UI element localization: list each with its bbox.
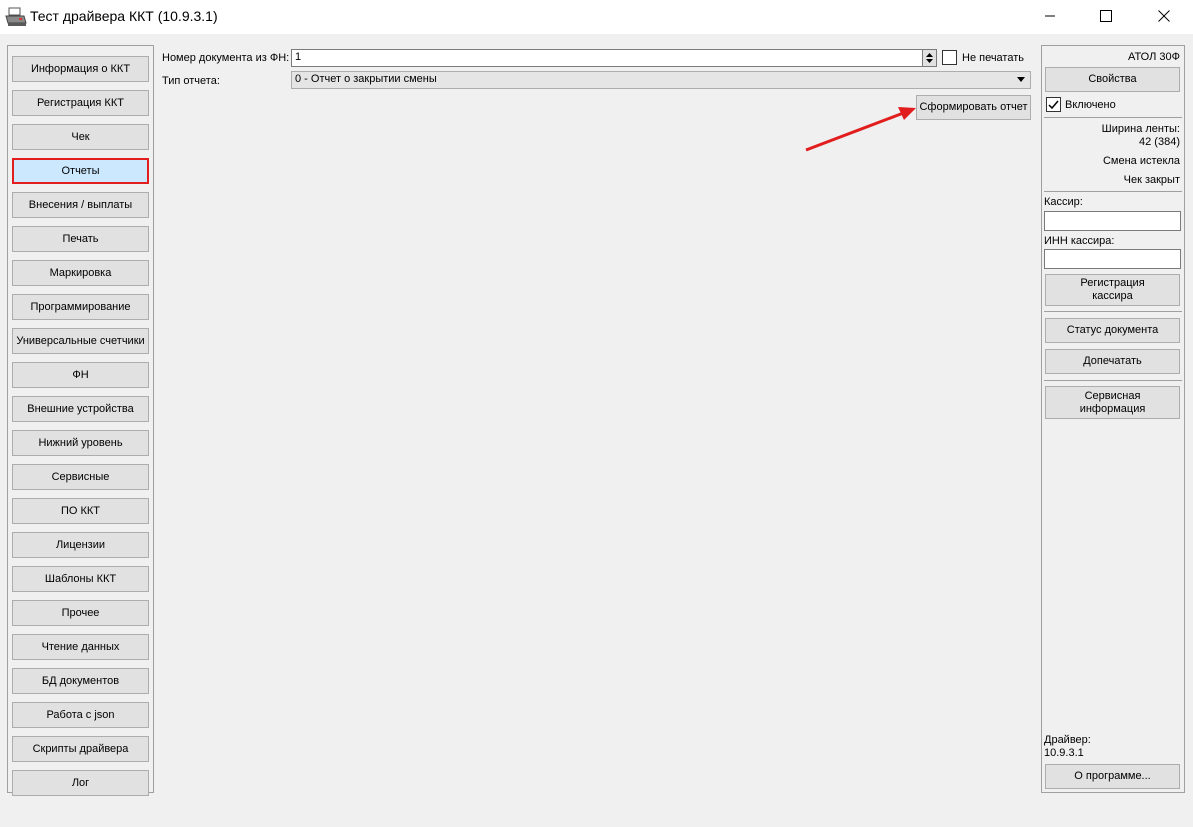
no-print-label: Не печатать xyxy=(962,52,1024,64)
sidebar-item-label: БД документов xyxy=(41,674,120,687)
no-print-checkbox[interactable] xyxy=(942,50,957,65)
cashier-label: Кассир: xyxy=(1044,196,1083,208)
sidebar-item-label: Универсальные счетчики xyxy=(16,334,145,347)
sidebar-item[interactable]: Программирование xyxy=(12,294,149,320)
maximize-button[interactable] xyxy=(1083,0,1129,32)
sidebar-item-label: Шаблоны ККТ xyxy=(44,572,117,585)
sidebar-item[interactable]: Лицензии xyxy=(12,532,149,558)
sidebar-item-label: Программирование xyxy=(30,300,131,313)
service-info-label-line2: информация xyxy=(1079,402,1146,415)
sidebar-item[interactable]: Печать xyxy=(12,226,149,252)
separator xyxy=(1044,311,1182,312)
register-cashier-label-line1: Регистрация xyxy=(1080,277,1145,289)
sidebar-item-label: Внесения / выплаты xyxy=(28,198,133,211)
driver-version: 10.9.3.1 xyxy=(1044,747,1084,759)
generate-report-button[interactable]: Сформировать отчет xyxy=(916,95,1031,120)
separator xyxy=(1044,191,1182,192)
sidebar-item[interactable]: Внешние устройства xyxy=(12,396,149,422)
doc-number-spinner[interactable] xyxy=(922,49,937,67)
sidebar-item[interactable]: Чтение данных xyxy=(12,634,149,660)
report-type-value: 0 - Отчет о закрытии смены xyxy=(295,73,437,85)
chevron-down-icon xyxy=(1017,77,1025,82)
minimize-icon xyxy=(1045,15,1055,17)
sidebar-item[interactable]: Нижний уровень xyxy=(12,430,149,456)
sidebar-item-label: Скрипты драйвера xyxy=(32,742,129,755)
right-panel: АТОЛ 30Ф Свойства Включено Ширина ленты:… xyxy=(1041,45,1185,793)
properties-button[interactable]: Свойства xyxy=(1045,67,1180,92)
enabled-label: Включено xyxy=(1065,99,1116,111)
sidebar-item[interactable]: ФН xyxy=(12,362,149,388)
sidebar-item[interactable]: ПО ККТ xyxy=(12,498,149,524)
sidebar-item-label: Чек xyxy=(71,130,90,143)
window-title: Тест драйвера ККТ (10.9.3.1) xyxy=(30,8,218,24)
sidebar-item[interactable]: Лог xyxy=(12,770,149,796)
title-bar: Тест драйвера ККТ (10.9.3.1) xyxy=(0,0,1193,34)
shift-status: Смена истекла xyxy=(1102,155,1180,167)
about-button[interactable]: О программе... xyxy=(1045,764,1180,789)
sidebar-item-label: Сервисные xyxy=(51,470,110,483)
sidebar-item-label: Маркировка xyxy=(49,266,112,279)
sidebar-item[interactable]: Регистрация ККТ xyxy=(12,90,149,116)
sidebar-item-label: Лицензии xyxy=(55,538,106,551)
sidebar-item-label: Лог xyxy=(71,776,90,789)
sidebar-item-label: Чтение данных xyxy=(41,640,120,653)
doc-number-label: Номер документа из ФН: xyxy=(162,52,290,64)
sidebar-item[interactable]: Отчеты xyxy=(12,158,149,184)
sidebar-item[interactable]: Чек xyxy=(12,124,149,150)
sidebar-item[interactable]: Внесения / выплаты xyxy=(12,192,149,218)
printer-icon xyxy=(5,7,27,27)
tape-width-label: Ширина ленты: xyxy=(1101,123,1180,135)
sidebar-item[interactable]: Информация о ККТ xyxy=(12,56,149,82)
sidebar-item[interactable]: Сервисные xyxy=(12,464,149,490)
sidebar: Информация о ККТ Регистрация ККТ Чек Отчеты… xyxy=(7,45,154,796)
enabled-checkbox[interactable] xyxy=(1046,97,1061,112)
reprint-button[interactable]: Допечатать xyxy=(1045,349,1180,374)
sidebar-item[interactable]: БД документов xyxy=(12,668,149,694)
close-button[interactable] xyxy=(1141,0,1187,32)
sidebar-item-label: Регистрация ККТ xyxy=(37,96,124,109)
sidebar-item[interactable]: Прочее xyxy=(12,600,149,626)
sidebar-item[interactable]: Шаблоны ККТ xyxy=(12,566,149,592)
register-cashier-button[interactable]: Регистрация кассира xyxy=(1045,274,1180,306)
sidebar-item[interactable]: Маркировка xyxy=(12,260,149,286)
sidebar-item-label: Печать xyxy=(62,232,99,245)
sidebar-item-label: Нижний уровень xyxy=(38,436,123,449)
cashier-inn-input[interactable] xyxy=(1044,249,1181,269)
separator xyxy=(1044,380,1182,381)
receipt-status: Чек закрыт xyxy=(1123,174,1180,186)
maximize-icon xyxy=(1100,10,1112,22)
driver-label: Драйвер: xyxy=(1044,734,1091,746)
sidebar-item-label: Прочее xyxy=(61,606,100,619)
service-info-label-line1: Сервисная xyxy=(1084,389,1141,402)
doc-number-input[interactable]: 1 xyxy=(291,49,923,67)
sidebar-item-label: ФН xyxy=(72,368,89,381)
document-status-button[interactable]: Статус документа xyxy=(1045,318,1180,343)
separator xyxy=(1044,117,1182,118)
spinner-arrows-icon xyxy=(926,53,933,63)
sidebar-item-label: Отчеты xyxy=(61,164,100,177)
sidebar-item[interactable]: Универсальные счетчики xyxy=(12,328,149,354)
annotation-arrow xyxy=(805,107,916,152)
cashier-inn-label: ИНН кассира: xyxy=(1044,235,1115,247)
device-name: АТОЛ 30Ф xyxy=(1127,51,1180,63)
cashier-input[interactable] xyxy=(1044,211,1181,231)
report-type-select[interactable]: 0 - Отчет о закрытии смены xyxy=(291,71,1031,89)
register-cashier-label-line2: кассира xyxy=(1092,290,1133,302)
sidebar-item-label: ПО ККТ xyxy=(60,504,101,517)
service-info-button[interactable]: Сервисная информация xyxy=(1045,386,1180,419)
report-type-label: Тип отчета: xyxy=(162,75,220,87)
sidebar-item-label: Информация о ККТ xyxy=(30,62,131,75)
checkmark-icon xyxy=(1048,100,1059,110)
close-icon xyxy=(1158,10,1170,22)
sidebar-item-label: Внешние устройства xyxy=(27,402,134,415)
sidebar-item-label: Работа с json xyxy=(46,708,115,721)
sidebar-item[interactable]: Работа с json xyxy=(12,702,149,728)
minimize-button[interactable] xyxy=(1027,0,1073,32)
tape-width-value: 42 (384) xyxy=(1139,136,1180,148)
sidebar-item[interactable]: Скрипты драйвера xyxy=(12,736,149,762)
